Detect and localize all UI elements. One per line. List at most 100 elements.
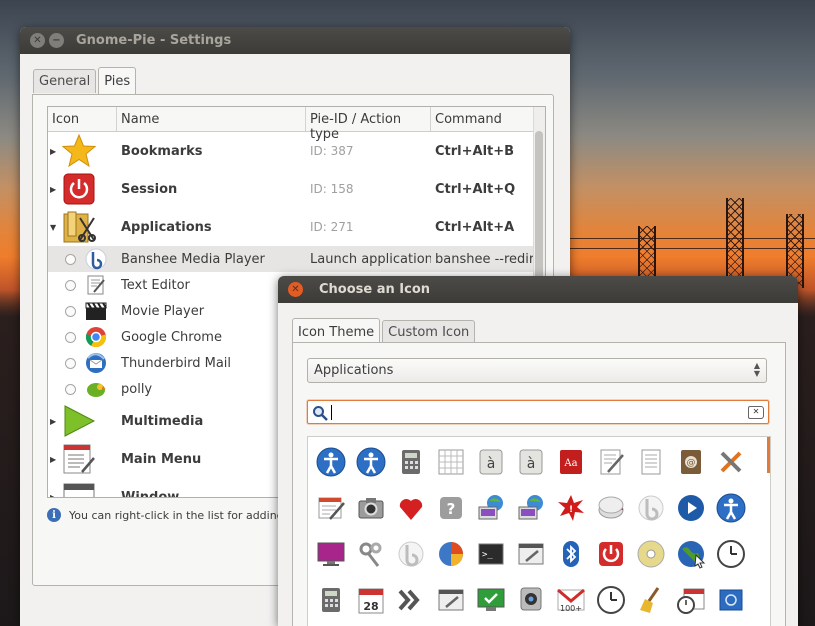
pie-row[interactable]: ▶ Bookmarks ID: 387 Ctrl+Alt+B [48, 132, 545, 170]
slice-radio[interactable] [65, 357, 76, 369]
notes-icon[interactable] [636, 447, 666, 477]
expander-right-icon[interactable]: ▶ [50, 455, 56, 464]
column-header-name[interactable]: Name [117, 107, 306, 131]
svg-text:!: ! [569, 505, 573, 515]
chevrons-icon[interactable] [396, 585, 426, 615]
editor-icon[interactable] [316, 493, 346, 523]
character-map-icon[interactable]: à [516, 447, 546, 477]
column-header-icon[interactable]: Icon [48, 107, 117, 131]
globe-icon[interactable] [676, 539, 706, 569]
check-display-icon[interactable] [476, 585, 506, 615]
slice-radio[interactable] [65, 331, 76, 343]
media-play-icon[interactable] [676, 493, 706, 523]
polly-icon [87, 383, 106, 397]
network-display-icon[interactable] [516, 493, 546, 523]
network-display-icon[interactable] [476, 493, 506, 523]
expander-right-icon[interactable]: ▶ [50, 147, 56, 156]
settings-titlebar[interactable]: ✕ − Gnome-Pie - Settings [20, 27, 570, 54]
heart-icon[interactable] [396, 493, 426, 523]
slice-command: banshee --redir... [435, 251, 543, 267]
character-map-icon[interactable]: à [476, 447, 506, 477]
window-icon [63, 483, 95, 497]
clear-search-icon[interactable]: ✕ [748, 406, 764, 419]
broom-icon[interactable] [636, 585, 666, 615]
menu-icon [63, 444, 95, 474]
tab-icon-theme[interactable]: Icon Theme [292, 318, 381, 345]
column-header-command[interactable]: Command [431, 107, 543, 131]
expander-down-icon[interactable]: ▼ [50, 223, 56, 232]
slice-action: Launch application [310, 251, 431, 267]
slice-radio[interactable] [65, 279, 76, 291]
settings-window-icon[interactable] [436, 585, 466, 615]
pie-chart-icon[interactable] [436, 539, 466, 569]
calendar-icon[interactable]: 28 [356, 585, 386, 615]
icon-cell: ▶ [48, 402, 117, 440]
pie-row[interactable]: ▼ Applications ID: 271 Ctrl+Alt+A [48, 208, 545, 246]
expander-right-icon[interactable]: ▶ [50, 417, 56, 426]
webcam-icon[interactable] [516, 585, 546, 615]
banshee-icon[interactable] [636, 493, 666, 523]
power-icon[interactable] [596, 539, 626, 569]
calculator-icon[interactable] [316, 585, 346, 615]
camera-icon[interactable] [356, 493, 386, 523]
scrollbar-thumb[interactable] [535, 131, 543, 281]
slice-row-selected[interactable]: Banshee Media Player Launch application … [48, 246, 545, 272]
icon-grid[interactable]: à à Aa @?! >_ 28 100+ [307, 436, 771, 626]
close-button[interactable]: ✕ [30, 33, 45, 48]
disk-usage-icon[interactable] [596, 493, 626, 523]
calculator-icon[interactable] [396, 447, 426, 477]
tools-icon[interactable] [716, 447, 746, 477]
svg-text:à: à [527, 456, 536, 472]
column-header-pie-id[interactable]: Pie-ID / Action type [306, 107, 431, 142]
pie-row[interactable]: ▶ Session ID: 158 Ctrl+Alt+Q [48, 170, 545, 208]
tab-pies[interactable]: Pies [98, 67, 137, 94]
cd-icon[interactable] [636, 539, 666, 569]
gmail-icon[interactable]: 100+ [556, 585, 586, 615]
accessibility-icon[interactable] [316, 447, 346, 477]
monitor-icon[interactable] [316, 539, 346, 569]
icon-cell: ▼ [48, 208, 117, 246]
slice-radio[interactable] [65, 383, 76, 395]
keys-icon[interactable] [356, 539, 386, 569]
text-editor-icon[interactable] [596, 447, 626, 477]
icon-search-field[interactable]: ✕ [307, 400, 769, 424]
help-icon[interactable]: ? [436, 493, 466, 523]
grid-scroll-indicator[interactable] [767, 437, 770, 473]
accessibility-icon[interactable] [356, 447, 386, 477]
burst-icon[interactable]: ! [556, 493, 586, 523]
spreadsheet-icon[interactable] [436, 447, 466, 477]
updown-arrows-icon: ▲ ▼ [753, 361, 760, 378]
calendar-clock-icon[interactable] [676, 585, 706, 615]
pie-hotkey: Ctrl+Alt+B [435, 143, 515, 159]
clock-icon[interactable] [596, 585, 626, 615]
category-dropdown[interactable]: Applications ▲ ▼ [307, 358, 767, 383]
banshee-icon[interactable] [396, 539, 426, 569]
tab-general[interactable]: General [33, 69, 97, 93]
expander-right-icon[interactable]: ▶ [50, 493, 56, 498]
icon-cell [48, 272, 117, 298]
pie-name: Applications [121, 219, 212, 235]
flag-icon[interactable] [716, 585, 746, 615]
expander-right-icon[interactable]: ▶ [50, 185, 56, 194]
text-editor-icon [87, 275, 105, 295]
choose-icon-dialog: ✕ Choose an Icon Icon Theme Custom Icon … [278, 276, 798, 626]
info-text: You can right-click in the list for addi… [69, 508, 307, 522]
terminal-icon[interactable]: >_ [476, 539, 506, 569]
close-button[interactable]: ✕ [288, 282, 303, 297]
tab-custom-icon[interactable]: Custom Icon [382, 320, 476, 344]
minimize-button[interactable]: − [49, 33, 64, 48]
settings-window-icon[interactable] [516, 539, 546, 569]
accessibility-icon[interactable] [716, 493, 746, 523]
contacts-book-icon[interactable]: @ [676, 447, 706, 477]
icon-cell: ▶ [48, 170, 117, 208]
info-icon: i [47, 508, 61, 522]
slice-radio[interactable] [65, 253, 76, 265]
slice-radio[interactable] [65, 305, 76, 317]
banshee-icon [85, 248, 107, 270]
dialog-titlebar[interactable]: ✕ Choose an Icon [278, 276, 798, 303]
dictionary-icon[interactable]: Aa [556, 447, 586, 477]
bluetooth-icon[interactable] [556, 539, 586, 569]
clock-icon[interactable] [716, 539, 746, 569]
pie-hotkey: Ctrl+Alt+Q [435, 181, 516, 197]
pie-hotkey: Ctrl+Alt+A [435, 219, 515, 235]
